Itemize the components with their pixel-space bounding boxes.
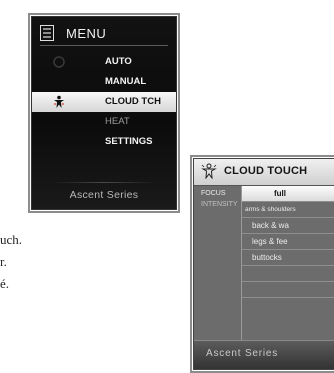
menu-item-label: CLOUD TCH [105,96,161,107]
focus-option-buttocks[interactable]: buttocks [242,250,334,266]
cloud-touch-screen: CLOUD TOUCH FOCUS INTENSITY full arms & … [190,155,334,373]
cloud-touch-footer: Ascent Series [194,340,334,369]
cloud-touch-title: CLOUD TOUCH [224,165,308,177]
menu-item-settings[interactable]: SETTINGS [32,132,176,152]
menu-item-label: HEAT [105,116,130,127]
focus-option-full[interactable]: full [242,186,334,202]
body-text-line: uch. [0,232,23,247]
focus-option-empty [242,266,334,282]
menu-title: MENU [66,26,107,41]
menu-list: AUTO MANUAL CLOUD TCH HEAT SETTINGS [32,52,176,152]
cloud-touch-header: CLOUD TOUCH [194,159,334,186]
menu-item-label: SETTINGS [105,136,153,147]
focus-option-empty [242,282,334,298]
menu-header: MENU [40,23,168,46]
focus-options-list: full arms & shoulders back & wa legs & f… [241,186,334,344]
focus-label: FOCUS [201,190,226,197]
menu-screen-display: MENU AUTO MANUAL CLOUD TCH HEAT SETTINGS… [31,16,177,210]
cloud-touch-figure-icon [54,95,64,108]
menu-item-manual[interactable]: MANUAL [32,72,176,92]
menu-item-auto[interactable]: AUTO [32,52,176,72]
menu-list-icon [40,25,54,41]
menu-item-label: MANUAL [105,76,147,87]
body-text-line: r. [0,254,7,269]
brand-label: Ascent Series [206,348,279,359]
menu-item-cloud-tch[interactable]: CLOUD TCH [32,92,176,112]
focus-option-back-waist[interactable]: back & wa [242,218,334,234]
cloud-touch-display: CLOUD TOUCH FOCUS INTENSITY full arms & … [193,158,334,370]
menu-item-heat[interactable]: HEAT [32,112,176,132]
body-text-line: é. [0,276,10,291]
intensity-label: INTENSITY [201,201,238,208]
cloud-touch-body: FOCUS INTENSITY full arms & shoulders ba… [194,186,334,344]
focus-option-legs-feet[interactable]: legs & fee [242,234,334,250]
brand-label: Ascent Series [69,189,139,201]
settings-labels: FOCUS INTENSITY [194,186,241,344]
divider [52,182,156,183]
menu-item-label: AUTO [105,56,132,67]
cloud-touch-figure-icon [201,163,217,179]
auto-icon [53,56,65,68]
menu-screen: MENU AUTO MANUAL CLOUD TCH HEAT SETTINGS… [28,13,180,213]
focus-option-arms-shoulders[interactable]: arms & shoulders [242,202,334,218]
